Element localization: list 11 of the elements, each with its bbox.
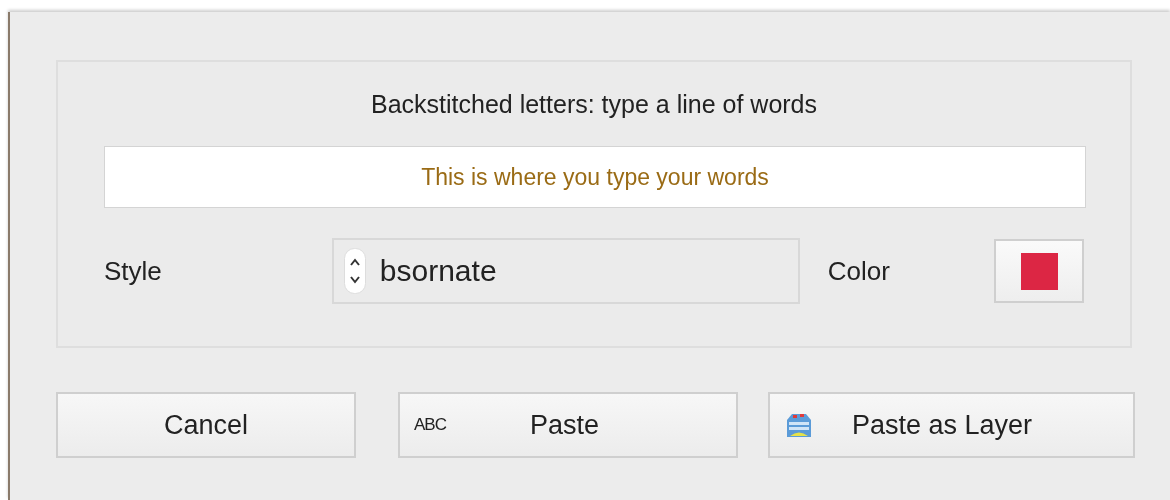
style-label: Style bbox=[104, 255, 162, 287]
color-label: Color bbox=[827, 255, 890, 287]
dialog-heading: Backstitched letters: type a line of words bbox=[369, 90, 818, 120]
paste-layer-button[interactable]: Paste as Layer bbox=[768, 392, 1135, 458]
text-input-field[interactable]: This is where you type your words bbox=[104, 146, 1086, 208]
paste-button[interactable]: ABC Paste bbox=[398, 392, 738, 458]
abc-text-icon: ABC bbox=[414, 415, 446, 435]
stepper-arrows-icon[interactable] bbox=[343, 248, 366, 294]
cancel-button[interactable]: Cancel bbox=[56, 392, 356, 458]
color-picker-button[interactable] bbox=[994, 239, 1084, 303]
style-selector[interactable]: bsornate bbox=[331, 238, 800, 304]
